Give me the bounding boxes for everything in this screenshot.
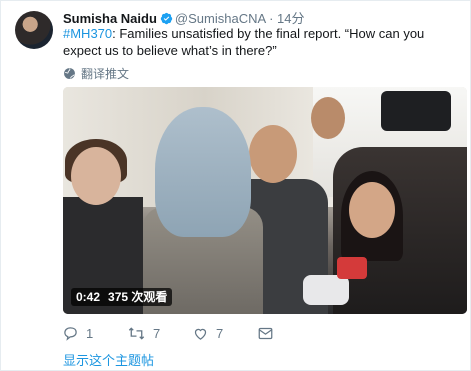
time-separator: · [269, 11, 274, 26]
translate-tweet-link[interactable]: 翻译推文 [63, 65, 129, 81]
timestamp[interactable]: 14分 [277, 11, 304, 26]
author-name[interactable]: Sumisha Naidu [63, 11, 157, 26]
tweet-body: : Families unsatisfied by the final repo… [63, 26, 425, 58]
tweet-actions: 1 7 7 [63, 323, 323, 343]
retweet-icon [128, 326, 145, 340]
translate-label: 翻译推文 [81, 66, 130, 81]
avatar[interactable] [15, 11, 53, 49]
like-count: 7 [216, 325, 224, 341]
globe-icon [64, 67, 75, 79]
video-info-badge: 0:42 375 次观看 [71, 288, 173, 306]
video-man-head [249, 125, 297, 183]
reply-count: 1 [86, 325, 94, 341]
tweet-header: Sumisha Naidu @SumishaCNA · 14分 [63, 8, 460, 26]
tweet-card: Sumisha Naidu @SumishaCNA · 14分 #MH370: F… [0, 0, 471, 371]
video-microphone [303, 275, 349, 305]
direct-message-button[interactable] [258, 323, 273, 343]
hashtag-link[interactable]: #MH370 [63, 26, 112, 41]
verified-badge-icon [160, 12, 173, 25]
author-handle[interactable]: @SumishaCNA [175, 11, 266, 26]
video-player[interactable]: 0:42 375 次观看 [63, 87, 467, 314]
retweet-button[interactable]: 7 [128, 323, 160, 343]
tweet-text: #MH370: Families unsatisfied by the fina… [63, 25, 463, 59]
video-views: 375 次观看 [108, 290, 168, 304]
video-duration: 0:42 [76, 290, 101, 304]
reply-button[interactable]: 1 [63, 323, 93, 343]
video-camera-shape [381, 91, 451, 131]
video-microphone-flag [337, 257, 367, 279]
like-icon [194, 328, 207, 340]
show-thread-link[interactable]: 显示这个主题帖 [63, 350, 154, 369]
message-icon [258, 327, 273, 339]
video-right-woman-head [349, 182, 395, 238]
video-cameraman-shape [311, 97, 345, 139]
video-woman-head [71, 147, 121, 205]
reply-icon [64, 326, 77, 341]
retweet-count: 7 [153, 325, 161, 341]
video-hijab-head [155, 107, 251, 237]
like-button[interactable]: 7 [193, 323, 223, 343]
